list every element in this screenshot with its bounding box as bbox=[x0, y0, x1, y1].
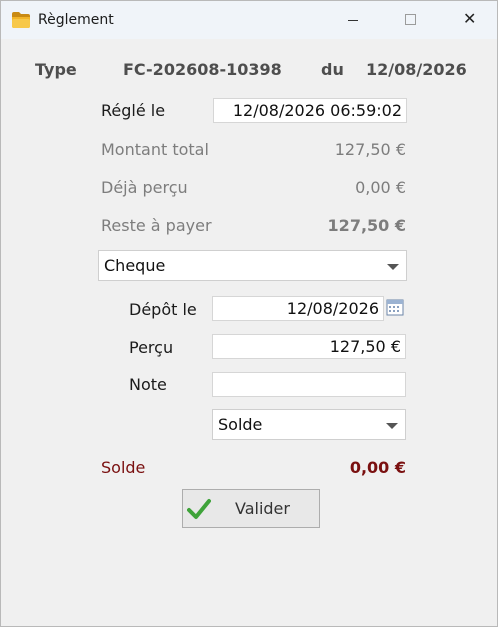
montant-total-label: Montant total bbox=[101, 140, 209, 159]
payment-method-value: Cheque bbox=[104, 256, 166, 275]
window-title: Règlement bbox=[38, 12, 114, 28]
note-label: Note bbox=[129, 375, 167, 394]
close-button[interactable]: ✕ bbox=[445, 1, 497, 39]
regle-le-label: Réglé le bbox=[101, 101, 166, 120]
calendar-icon[interactable] bbox=[386, 298, 404, 316]
type-label: Type bbox=[35, 60, 77, 79]
depot-le-value: 12/08/2026 bbox=[286, 299, 379, 318]
deja-percu-label: Déjà perçu bbox=[101, 178, 188, 197]
close-icon: ✕ bbox=[463, 9, 477, 28]
maximize-icon bbox=[405, 14, 416, 25]
regle-le-field[interactable]: 12/08/2026 06:59:02 bbox=[213, 98, 407, 123]
minimize-button[interactable] bbox=[329, 1, 375, 39]
payment-method-select[interactable]: Cheque bbox=[98, 250, 407, 281]
chevron-down-icon bbox=[387, 264, 399, 270]
title-bar: Règlement ✕ bbox=[1, 1, 497, 39]
chevron-down-icon bbox=[386, 423, 398, 429]
document-number: FC-202608-10398 bbox=[123, 60, 282, 79]
checkmark-icon bbox=[187, 499, 211, 519]
percu-label: Perçu bbox=[129, 338, 174, 357]
solde-label: Solde bbox=[101, 458, 146, 477]
note-field[interactable] bbox=[212, 372, 406, 397]
valider-label: Valider bbox=[235, 499, 290, 518]
deja-percu-value: 0,00 € bbox=[355, 178, 406, 197]
status-value: Solde bbox=[218, 415, 263, 434]
depot-le-label: Dépôt le bbox=[129, 300, 197, 319]
montant-total-value: 127,50 € bbox=[334, 140, 406, 159]
minimize-icon bbox=[348, 20, 358, 21]
percu-value: 127,50 € bbox=[329, 337, 401, 356]
solde-value: 0,00 € bbox=[349, 458, 406, 477]
du-label: du bbox=[321, 60, 344, 79]
regle-le-value: 12/08/2026 06:59:02 bbox=[232, 101, 402, 120]
status-select[interactable]: Solde bbox=[212, 409, 406, 440]
reglement-window: Règlement ✕ Type FC-202608-10398 du 12/0… bbox=[0, 0, 498, 627]
valider-button[interactable]: Valider bbox=[182, 489, 320, 528]
reste-a-payer-value: 127,50 € bbox=[327, 216, 406, 235]
depot-le-field[interactable]: 12/08/2026 bbox=[212, 296, 384, 321]
folder-icon bbox=[12, 12, 30, 28]
percu-field[interactable]: 127,50 € bbox=[212, 334, 406, 359]
maximize-button[interactable] bbox=[387, 1, 433, 39]
reste-a-payer-label: Reste à payer bbox=[101, 216, 212, 235]
document-date: 12/08/2026 bbox=[366, 60, 467, 79]
